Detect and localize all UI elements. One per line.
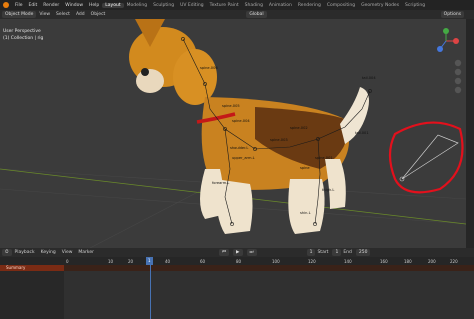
menu-playback[interactable]: Playback xyxy=(12,250,38,255)
ruler-tick: 60 xyxy=(200,259,206,264)
menu-keying[interactable]: Keying xyxy=(38,250,59,255)
menu-window[interactable]: Window xyxy=(62,3,86,8)
ruler-tick: 10 xyxy=(108,259,114,264)
tab-modeling[interactable]: Modeling xyxy=(124,3,150,8)
tab-rendering[interactable]: Rendering xyxy=(295,3,324,8)
ruler-tick: 180 xyxy=(404,259,412,264)
stray-bone xyxy=(401,134,459,180)
menu-marker[interactable]: Marker xyxy=(75,250,97,255)
x-axis-icon xyxy=(453,38,459,44)
bone-label: forearm.L xyxy=(212,181,229,185)
jump-start-icon[interactable]: ⏮ xyxy=(218,249,230,256)
bone-label: spine.006 xyxy=(200,66,218,70)
bone-label: spine.001 xyxy=(315,156,333,160)
tab-shading[interactable]: Shading xyxy=(242,3,266,8)
options-dropdown[interactable]: Options xyxy=(440,11,465,18)
z-axis-icon xyxy=(437,46,443,52)
play-icon[interactable]: ▶ xyxy=(233,249,243,256)
menu-render[interactable]: Render xyxy=(40,3,62,8)
menu-help[interactable]: Help xyxy=(86,3,102,8)
bone-label: spine.002 xyxy=(290,126,308,130)
dog-hind-leg-2 xyxy=(325,159,346,209)
ruler-tick: 40 xyxy=(165,259,171,264)
timeline-header: ⏱ Playback Keying View Marker ⏮ ▶ ⏭ 1 St… xyxy=(0,248,474,257)
navigation-gizmo xyxy=(437,28,459,52)
end-frame-field[interactable]: 250 xyxy=(355,249,371,256)
tab-texture-paint[interactable]: Texture Paint xyxy=(207,3,242,8)
tab-animation[interactable]: Animation xyxy=(266,3,295,8)
perspective-icon xyxy=(454,86,462,94)
ruler-tick: 200 xyxy=(428,259,436,264)
ruler-tick: 220 xyxy=(450,259,458,264)
3d-viewport[interactable]: User Perspective (1) Collection | rig sp… xyxy=(0,19,466,248)
tab-sculpting[interactable]: Sculpting xyxy=(150,3,177,8)
dog-snout xyxy=(136,69,164,93)
dog-model xyxy=(129,19,369,234)
menu-edit[interactable]: Edit xyxy=(26,3,41,8)
editor-type-icon[interactable]: ⏱ xyxy=(2,249,12,256)
channel-region: Summary xyxy=(0,265,64,319)
playback-controls: ⏮ ▶ ⏭ xyxy=(217,249,257,256)
camera-icon xyxy=(454,77,462,85)
ruler-tick: 80 xyxy=(236,259,242,264)
ruler-tick: 20 xyxy=(128,259,134,264)
timeline-body[interactable]: Summary xyxy=(0,265,474,319)
bone-label: tail.004 xyxy=(362,76,376,80)
viewport-header: Object Mode View Select Add Object Globa… xyxy=(0,10,474,19)
menu-add[interactable]: Add xyxy=(73,12,88,17)
current-frame-field[interactable]: 1 xyxy=(306,249,316,256)
dog-eye xyxy=(141,68,149,76)
bone-label: upper_arm.L xyxy=(232,156,255,160)
mode-selector[interactable]: Object Mode xyxy=(2,11,37,18)
ruler-tick: 160 xyxy=(380,259,388,264)
pan-icon xyxy=(454,68,462,76)
ruler-tick: 0 xyxy=(66,259,69,264)
bone-label: shin.L xyxy=(300,211,311,215)
dog-front-leg-2 xyxy=(200,169,224,219)
ruler-tick: 100 xyxy=(272,259,280,264)
sidebar-tabs[interactable] xyxy=(466,19,474,248)
view-nav-icons xyxy=(454,59,462,94)
summary-channel[interactable]: Summary xyxy=(0,265,64,271)
blender-logo-icon[interactable] xyxy=(3,2,9,8)
timeline-ruler[interactable]: 1 0 10 20 40 60 80 100 120 140 160 180 2… xyxy=(0,257,474,265)
menu-file[interactable]: File xyxy=(12,3,26,8)
tab-compositing[interactable]: Compositing xyxy=(324,3,358,8)
start-frame-field[interactable]: 1 xyxy=(332,249,342,256)
red-annotation-circle xyxy=(388,121,464,194)
tab-geometry-nodes[interactable]: Geometry Nodes xyxy=(358,3,402,8)
tab-scripting[interactable]: Scripting xyxy=(402,3,428,8)
bone-label: spine.004 xyxy=(232,119,250,123)
bone-label: shoulder.L xyxy=(230,146,248,150)
bone-label: spine.005 xyxy=(222,104,240,108)
bone-label: tail.001 xyxy=(355,131,369,135)
scene-render: spine.006 spine.005 spine.004 spine.003 … xyxy=(0,19,466,248)
ruler-tick: 120 xyxy=(308,259,316,264)
transform-orientation[interactable]: Global xyxy=(246,11,267,18)
summary-track xyxy=(64,265,474,271)
dog-tail xyxy=(340,87,369,144)
menu-select[interactable]: Select xyxy=(53,12,73,17)
playhead-frame[interactable]: 1 xyxy=(146,257,153,265)
zoom-icon xyxy=(454,59,462,67)
y-axis-icon xyxy=(443,28,449,34)
bone-label: spine xyxy=(300,166,310,170)
tab-layout[interactable]: Layout xyxy=(102,2,124,8)
menu-object[interactable]: Object xyxy=(88,12,109,17)
start-label: Start xyxy=(317,250,329,255)
playhead-line[interactable] xyxy=(150,265,151,319)
dog-head-back xyxy=(173,49,217,105)
tab-uv-editing[interactable]: UV Editing xyxy=(177,3,206,8)
menu-view[interactable]: View xyxy=(59,250,76,255)
bone-label: spine.003 xyxy=(270,138,288,142)
ruler-tick: 140 xyxy=(344,259,352,264)
bone-label: thigh.L xyxy=(322,188,334,192)
menu-view[interactable]: View xyxy=(36,12,53,17)
jump-end-icon[interactable]: ⏭ xyxy=(246,249,257,256)
top-menu-bar: File Edit Render Window Help Layout Mode… xyxy=(0,0,474,10)
end-label: End xyxy=(343,250,352,255)
